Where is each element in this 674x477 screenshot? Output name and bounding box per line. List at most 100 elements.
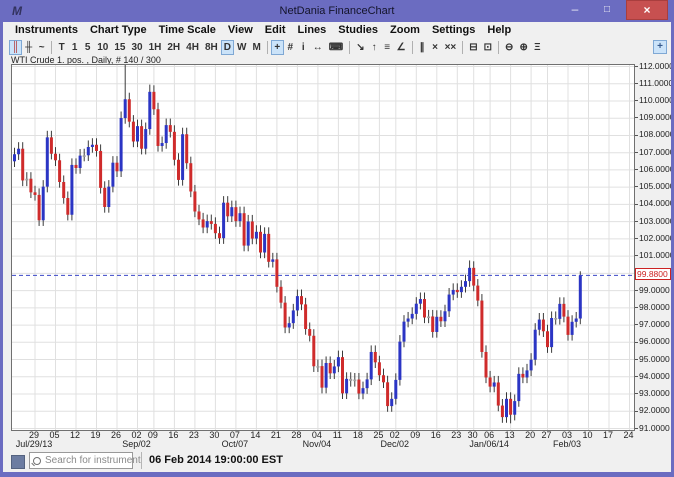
timescale-10min[interactable]: 10 (94, 40, 111, 55)
candle (370, 352, 373, 379)
toolbar: ║╫~T151015301H2H4H8HDWM+#i↔⌨↘↑≡∠∥×××⊟⊡⊖⊕… (3, 39, 671, 56)
vertical-line-icon: ↑ (372, 42, 377, 53)
parallel-lines-icon[interactable]: ∥ (416, 40, 429, 55)
candle (390, 399, 393, 406)
timescale-monthly[interactable]: M (249, 40, 263, 55)
candle (411, 314, 414, 319)
menu-item-studies[interactable]: Studies (332, 22, 384, 39)
timescale-5min[interactable]: 5 (81, 40, 94, 55)
candle (579, 275, 582, 318)
candle (321, 366, 324, 388)
delete-line-icon[interactable]: × (429, 40, 442, 55)
menu-item-instruments[interactable]: Instruments (9, 22, 84, 39)
time-axis-day-label: 09 (410, 430, 420, 440)
candle (132, 122, 135, 142)
candle (538, 320, 541, 330)
timescale-weekly[interactable]: W (234, 40, 249, 55)
menu-item-edit[interactable]: Edit (259, 22, 292, 39)
price-axis-label: 95.0000 (635, 354, 670, 364)
candle (362, 388, 365, 393)
grid-icon[interactable]: # (284, 40, 297, 55)
candle (83, 155, 86, 157)
candle (509, 399, 512, 415)
timescale-weekly: W (237, 42, 246, 53)
candle (181, 134, 184, 180)
candle (120, 118, 123, 171)
time-axis-month-label: Jan/06/14 (469, 439, 509, 449)
price-axis-label: 101.0000 (635, 250, 674, 260)
menu-item-view[interactable]: View (222, 22, 259, 39)
time-axis-month-label: Oct/07 (222, 439, 249, 449)
timescale-daily[interactable]: D (221, 40, 234, 55)
time-axis-month-label: Sep/02 (122, 439, 151, 449)
timescale-tick: T (59, 42, 65, 53)
price-axis[interactable]: 112.0000111.0000110.0000109.0000108.0000… (635, 64, 674, 431)
timescale-30min[interactable]: 30 (128, 40, 145, 55)
close-button[interactable]: × (626, 0, 668, 20)
zoom-fit-icon[interactable]: Ξ (531, 40, 544, 55)
print-icon[interactable]: ⊟ (466, 40, 480, 55)
trend-line-icon[interactable]: ↘ (353, 40, 367, 55)
instrument-search-input[interactable]: Search for instrument (29, 452, 133, 469)
timescale-15min[interactable]: 15 (111, 40, 128, 55)
angle-line-icon[interactable]: ∠ (394, 40, 409, 55)
zoom-in-icon[interactable]: ⊕ (516, 40, 530, 55)
candle (403, 322, 406, 342)
timescale-2h[interactable]: 2H (164, 40, 183, 55)
timescale-1min[interactable]: 1 (68, 40, 81, 55)
pin-toolbar-icon[interactable]: + (653, 40, 667, 54)
candle (571, 322, 574, 335)
candle (275, 259, 278, 286)
candle (308, 329, 311, 336)
time-axis[interactable]: 2905121926020916233007142128041118250209… (11, 430, 651, 449)
horizontal-lines-icon[interactable]: ≡ (381, 40, 394, 55)
candle (193, 191, 196, 211)
timescale-4h: 4H (186, 42, 199, 53)
candle (222, 203, 225, 239)
candle (243, 213, 246, 245)
line-chart-icon[interactable]: ~ (35, 40, 48, 55)
candle (103, 188, 106, 207)
candle (394, 380, 397, 399)
status-grid-icon[interactable] (11, 455, 25, 469)
vertical-line-icon[interactable]: ↑ (368, 40, 381, 55)
chart-plot-area[interactable] (11, 64, 635, 431)
timescale-8h[interactable]: 8H (202, 40, 221, 55)
keyboard-icon[interactable]: ⌨ (326, 40, 346, 55)
candle (206, 221, 209, 227)
time-axis-day-label: 11 (333, 430, 342, 440)
info-icon[interactable]: i (297, 40, 310, 55)
timescale-tick[interactable]: T (55, 40, 68, 55)
candle (128, 99, 131, 121)
candlestick-chart-icon[interactable]: ║ (9, 40, 22, 55)
minimize-button[interactable]: – (561, 0, 589, 20)
menu-item-zoom[interactable]: Zoom (384, 22, 426, 39)
price-axis-label: 104.0000 (635, 198, 674, 208)
time-axis-day-label: 26 (111, 430, 121, 440)
print-preview-icon[interactable]: ⊡ (481, 40, 495, 55)
price-axis-label: 107.0000 (635, 147, 674, 157)
delete-all-lines-icon[interactable]: ×× (442, 40, 460, 55)
candle (202, 219, 205, 227)
ohlc-bars-icon[interactable]: ╫ (22, 40, 35, 55)
grid-icon: # (288, 42, 294, 53)
candle (263, 234, 266, 253)
zoom-out-icon[interactable]: ⊖ (502, 40, 516, 55)
candle (255, 232, 258, 239)
candle (259, 232, 262, 253)
menu-item-help[interactable]: Help (481, 22, 517, 39)
candle (21, 149, 24, 181)
crosshair-icon[interactable]: + (271, 40, 284, 55)
ohlc-bars-icon: ╫ (25, 42, 32, 53)
menu-item-chart-type[interactable]: Chart Type (84, 22, 153, 39)
menu-item-time-scale[interactable]: Time Scale (153, 22, 222, 39)
horizontal-scroll-icon[interactable]: ↔ (310, 40, 326, 55)
candle (173, 132, 176, 160)
candle (111, 163, 114, 187)
last-price-marker: 99.8800 (635, 268, 671, 280)
timescale-4h[interactable]: 4H (183, 40, 202, 55)
timescale-1h[interactable]: 1H (146, 40, 165, 55)
maximize-button[interactable]: □ (593, 0, 621, 20)
menu-item-settings[interactable]: Settings (426, 22, 481, 39)
menu-item-lines[interactable]: Lines (292, 22, 333, 39)
